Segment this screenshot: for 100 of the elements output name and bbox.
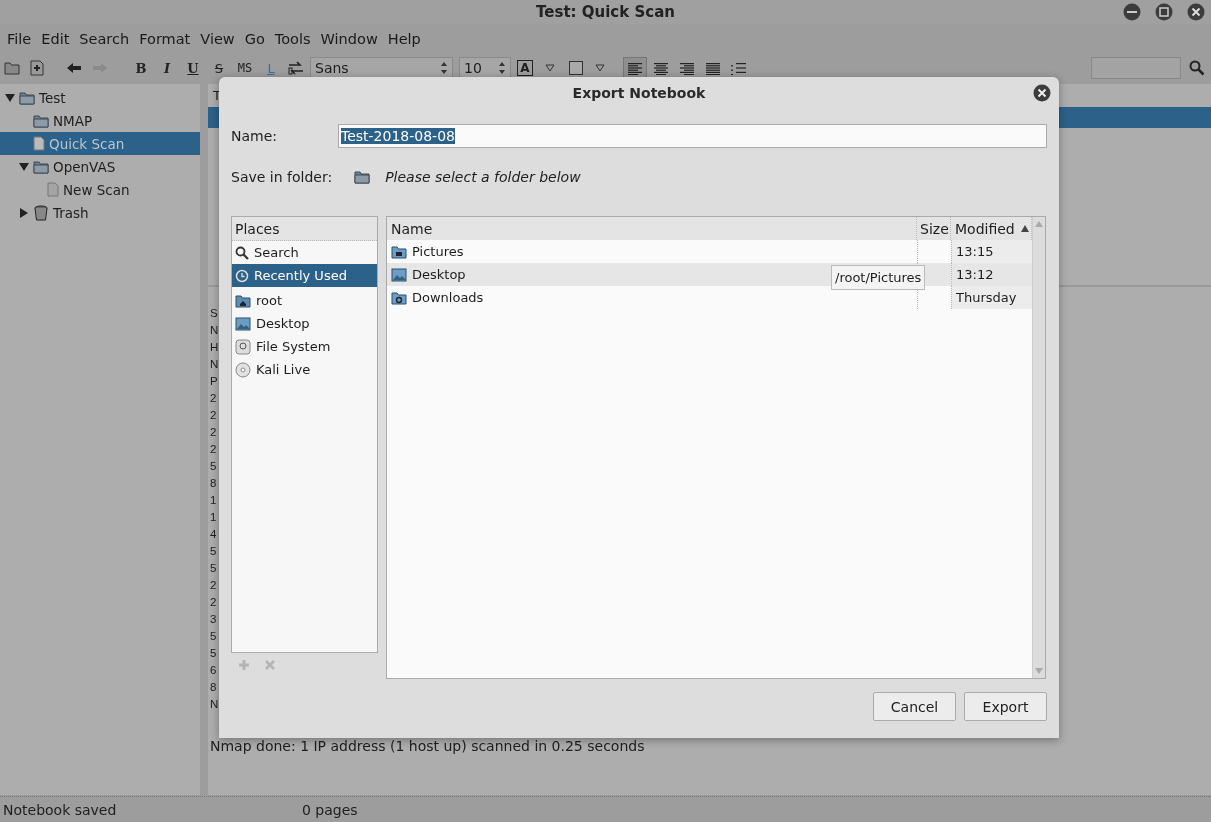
tree-item[interactable]: Test: [0, 86, 200, 109]
menu-item[interactable]: View: [195, 31, 240, 47]
downloads-folder-icon: [391, 290, 407, 305]
dialog-button[interactable]: Export: [964, 692, 1047, 721]
dropdown-icon[interactable]: [595, 64, 605, 72]
tree-item[interactable]: NMAP: [0, 109, 200, 132]
search-icon[interactable]: [1189, 60, 1205, 76]
page-icon: [33, 136, 45, 151]
format-button[interactable]: S: [206, 57, 232, 79]
editor-text-line: S: [210, 306, 218, 321]
column-header[interactable]: Name: [387, 217, 917, 240]
editor-text-line: 2: [210, 595, 217, 610]
format-button[interactable]: U: [180, 57, 206, 79]
import-icon[interactable]: [30, 60, 44, 76]
editor-text-line: 5: [210, 544, 217, 559]
window-title: Test: Quick Scan: [536, 3, 675, 21]
expander-icon[interactable]: [18, 161, 29, 172]
tree-item[interactable]: OpenVAS: [0, 155, 200, 178]
disc-icon: [235, 361, 251, 378]
folder-hint: Please select a folder below: [385, 169, 581, 185]
spin-icon: [498, 60, 506, 76]
text-color-button[interactable]: A: [517, 60, 533, 76]
tooltip: /root/Pictures: [831, 265, 926, 290]
maximize-icon[interactable]: [1155, 3, 1173, 21]
status-message: Notebook saved: [3, 801, 118, 818]
dropdown-icon[interactable]: [545, 64, 555, 72]
menu-item[interactable]: File: [2, 31, 37, 47]
clock-icon: [235, 268, 249, 283]
places-item[interactable]: Kali Live: [232, 358, 377, 381]
menu-item[interactable]: Format: [134, 31, 196, 47]
folder-icon: [19, 90, 35, 105]
editor-text-line: 2: [210, 408, 217, 423]
close-icon[interactable]: [1187, 3, 1205, 21]
format-button[interactable]: I: [154, 57, 180, 79]
menu-item[interactable]: Search: [74, 31, 135, 47]
editor-text-line: Nmap done: 1 IP address (1 host up) scanned in 0.25 seconds: [210, 738, 645, 754]
places-item[interactable]: Search: [232, 241, 377, 264]
name-field[interactable]: Test-2018-08-08: [338, 124, 1047, 148]
editor-text-line: N: [210, 697, 219, 712]
minimize-icon[interactable]: [1123, 3, 1141, 21]
editor-text-line: 3: [210, 612, 217, 627]
file-name-cell[interactable]: Pictures: [387, 240, 917, 263]
folder-icon: [33, 113, 49, 128]
swap-icon[interactable]: [288, 61, 304, 75]
editor-text-line: 1: [210, 493, 217, 508]
editor-text-line: 8: [210, 680, 217, 695]
editor-text-line: 5: [210, 629, 217, 644]
modified-cell: 13:15: [951, 240, 1032, 263]
search-field[interactable]: [1091, 57, 1181, 79]
editor-text-line: 6: [210, 663, 217, 678]
back-arrow-icon[interactable]: [66, 62, 82, 74]
editor-text-line: N: [210, 323, 219, 338]
align-icon: [653, 61, 669, 75]
format-button[interactable]: B: [128, 57, 154, 79]
font-combo[interactable]: Sans: [310, 57, 453, 79]
folder-label: Save in folder:: [231, 169, 333, 185]
align-icon: [627, 61, 643, 75]
menu-item[interactable]: Window: [315, 31, 383, 47]
align-icon: [705, 61, 721, 75]
menu-item[interactable]: Edit: [36, 31, 75, 47]
editor-text-line: 2: [210, 442, 217, 457]
menu-item[interactable]: Go: [239, 31, 270, 47]
editor-text-line: 5: [210, 561, 217, 576]
places-item[interactable]: File System: [232, 335, 377, 358]
places-item[interactable]: Recently Used: [232, 264, 377, 287]
format-button[interactable]: MS: [232, 57, 258, 79]
column-header[interactable]: Modified: [951, 217, 1032, 240]
column-header[interactable]: Size: [917, 217, 951, 240]
editor-text-line: 4: [210, 527, 217, 542]
background-color-icon[interactable]: [569, 61, 583, 75]
editor-text-line: 5: [210, 459, 217, 474]
editor-text-line: P: [210, 374, 218, 389]
places-item[interactable]: root: [232, 289, 377, 312]
expander-icon[interactable]: [4, 92, 15, 103]
desktop-icon: [235, 316, 251, 331]
pictures-folder-icon: [391, 244, 407, 259]
editor-text-line: 1: [210, 510, 217, 525]
column-header: Places: [235, 220, 280, 237]
trash-icon: [33, 204, 49, 221]
name-label: Name:: [231, 128, 278, 144]
folder-icon: [33, 159, 49, 174]
align-left-button[interactable]: [623, 57, 647, 79]
places-item[interactable]: Desktop: [232, 312, 377, 335]
tree-item[interactable]: Trash: [0, 201, 200, 224]
modified-cell: Thursday: [951, 286, 1032, 309]
close-icon[interactable]: [1033, 84, 1051, 102]
editor-text-line: 2: [210, 425, 217, 440]
size-spin-field[interactable]: 10: [459, 57, 511, 79]
folder-icon: [354, 170, 371, 184]
align-icon: [731, 61, 747, 75]
dialog-title: Export Notebook: [572, 85, 706, 101]
menu-item[interactable]: Help: [382, 31, 426, 47]
expander-icon[interactable]: [18, 207, 29, 218]
folder-icon[interactable]: [4, 61, 20, 75]
editor-text-line: 2: [210, 391, 217, 406]
dialog-button[interactable]: Cancel: [873, 692, 956, 721]
spin-icon: [440, 60, 448, 76]
menu-item[interactable]: Tools: [269, 31, 316, 47]
tree-item[interactable]: New Scan: [0, 178, 200, 201]
tree-item[interactable]: Quick Scan: [0, 132, 200, 155]
